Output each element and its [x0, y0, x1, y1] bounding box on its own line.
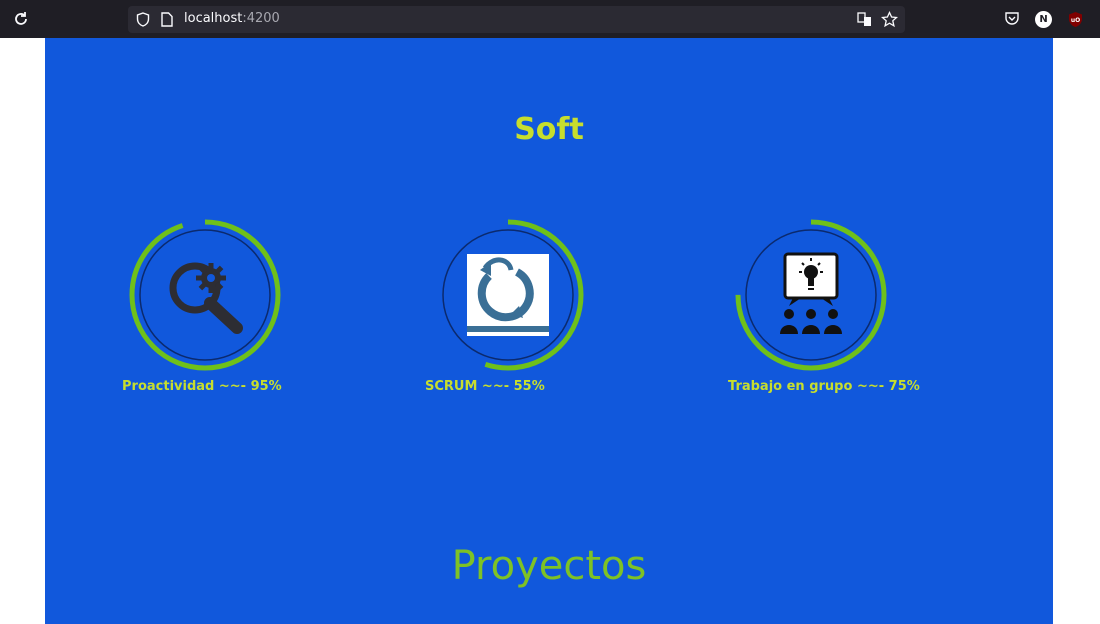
svg-text:uO: uO: [1071, 17, 1080, 24]
url-port: :4200: [242, 11, 280, 26]
url-text[interactable]: localhost:4200: [184, 10, 280, 28]
projects-title: Proyectos: [451, 543, 647, 589]
profile-avatar[interactable]: N: [1035, 11, 1052, 28]
tracking-shield-icon[interactable]: [136, 12, 150, 27]
skill-label-scrum: SCRUM ~~- 55%: [425, 379, 545, 394]
soft-skills-title: Soft: [514, 112, 584, 147]
reload-icon[interactable]: [12, 10, 30, 28]
url-host: localhost: [184, 11, 243, 26]
portfolio-page: Soft Proactividad ~~- 95% SCRUM ~~- 55% …: [45, 38, 1053, 624]
skill-label-proactividad: Proactividad ~~- 95%: [122, 379, 282, 394]
page-info-icon[interactable]: [161, 12, 173, 27]
scrum-cycle-icon: [467, 254, 549, 336]
ublock-icon[interactable]: uO: [1067, 11, 1084, 28]
skill-trabajo-en-grupo: [731, 218, 891, 378]
translate-icon[interactable]: [857, 12, 872, 27]
bookmark-star-icon[interactable]: [881, 11, 898, 28]
pocket-icon[interactable]: [1004, 11, 1020, 27]
magnifier-gear-icon: [169, 262, 243, 334]
browser-toolbar: localhost:4200 N uO: [0, 0, 1100, 38]
address-bar[interactable]: localhost:4200: [128, 6, 905, 33]
skill-scrum: [428, 218, 588, 378]
skill-label-trabajo-en-grupo: Trabajo en grupo ~~- 75%: [728, 379, 920, 394]
skill-proactividad: [125, 218, 285, 378]
team-idea-icon: [780, 252, 842, 334]
